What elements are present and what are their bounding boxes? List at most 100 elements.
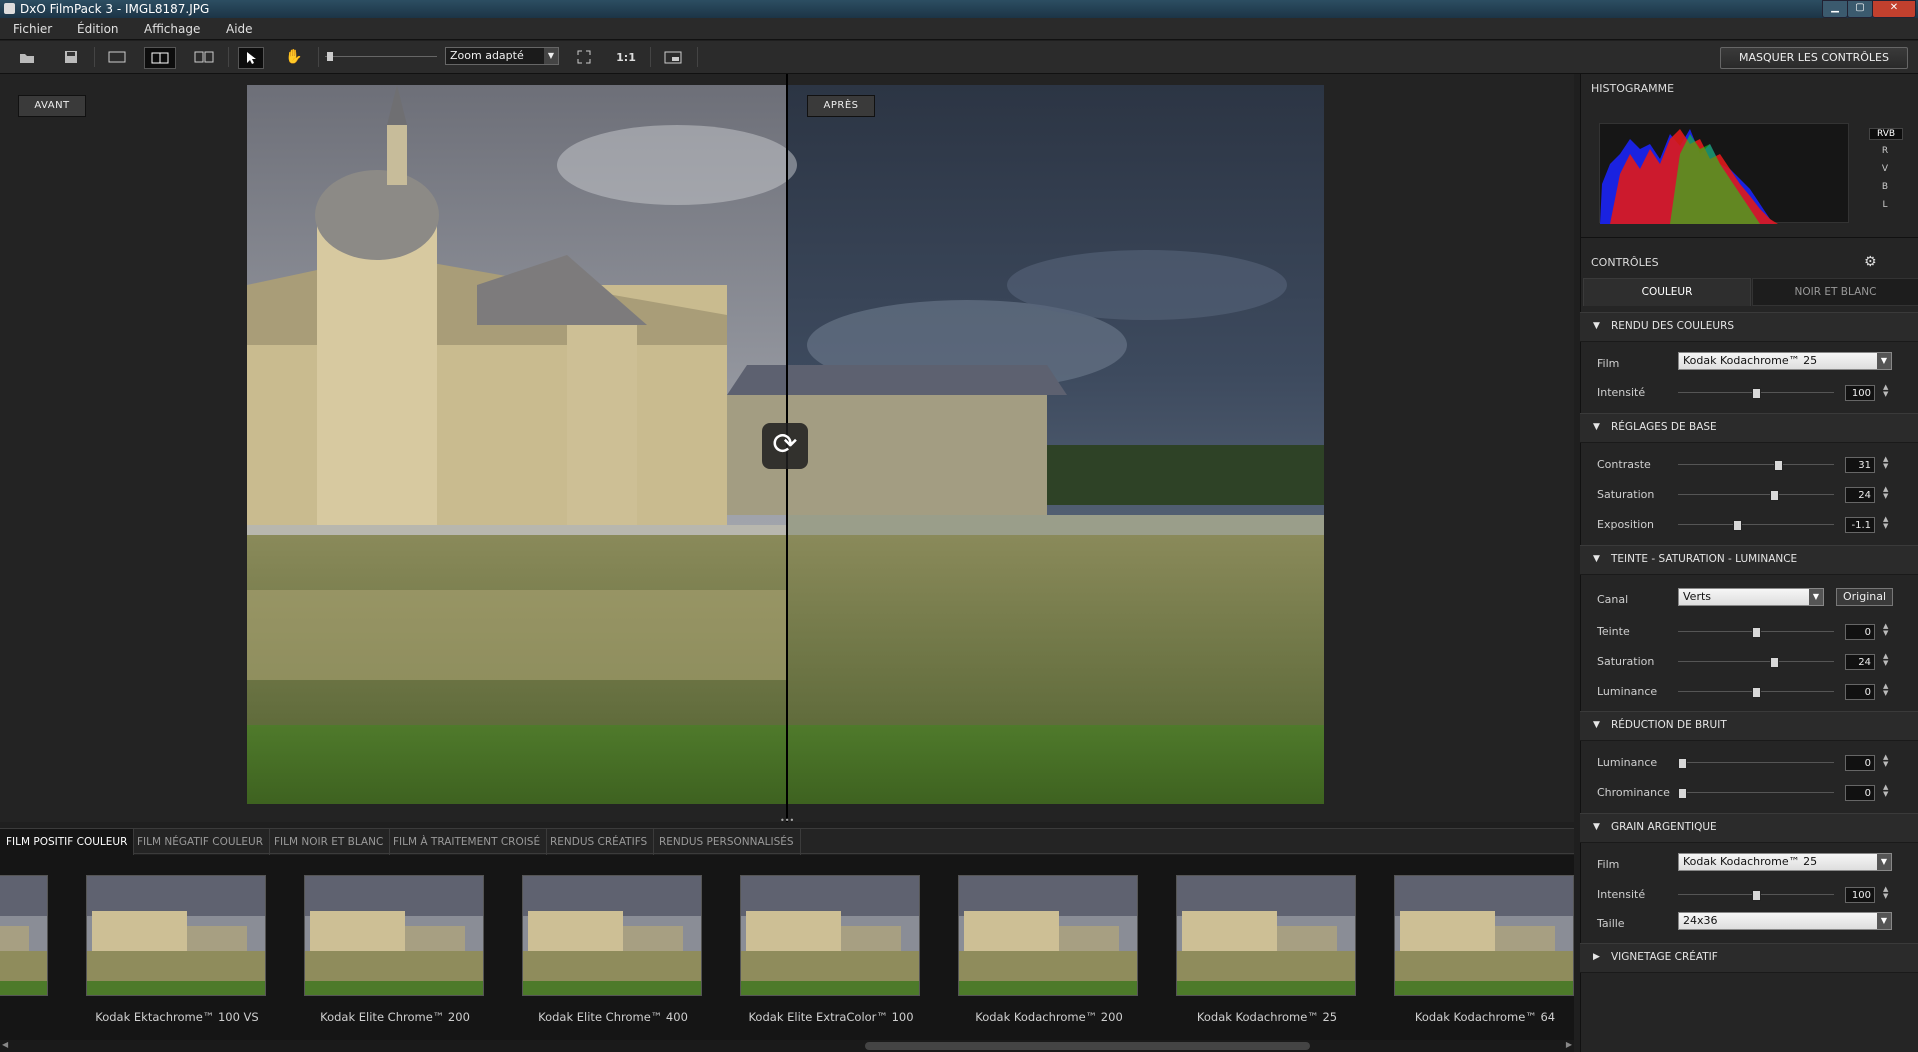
section-reglages-base[interactable]: ▼ RÉGLAGES DE BASE <box>1580 413 1918 443</box>
slider-handle[interactable] <box>1732 520 1742 531</box>
save-icon[interactable] <box>59 47 83 67</box>
slider-handle[interactable] <box>1774 460 1784 471</box>
contraste-slider[interactable] <box>1678 460 1834 471</box>
intensite-slider[interactable] <box>1678 388 1834 399</box>
hide-controls-button[interactable]: MASQUER LES CONTRÔLES <box>1720 47 1908 69</box>
grain-intensite-slider[interactable] <box>1678 890 1834 901</box>
teinte-value[interactable]: 0 <box>1845 624 1875 640</box>
bruit-luminance-value[interactable]: 0 <box>1845 755 1875 771</box>
one-to-one-button[interactable]: 1:1 <box>614 47 638 67</box>
slider-handle[interactable] <box>1769 490 1779 501</box>
section-grain-argentique[interactable]: ▼ GRAIN ARGENTIQUE <box>1580 813 1918 843</box>
spinner-icon[interactable]: ▲ ▼ <box>1883 516 1891 530</box>
histogram-channel-l[interactable]: L <box>1869 200 1901 210</box>
scroll-left-icon[interactable]: ◀ <box>2 1040 8 1049</box>
tsl-saturation-slider[interactable] <box>1678 657 1834 668</box>
spinner-icon[interactable]: ▲ ▼ <box>1883 456 1891 470</box>
tab-film-traitement-croise[interactable]: FILM À TRAITEMENT CROISÉ <box>387 829 548 855</box>
tsl-luminance-value[interactable]: 0 <box>1845 684 1875 700</box>
grain-intensite-value[interactable]: 100 <box>1845 887 1875 903</box>
section-vignetage-creatif[interactable]: ▶ VIGNETAGE CRÉATIF <box>1580 943 1918 973</box>
histogram-channel-v[interactable]: V <box>1869 164 1901 174</box>
filmstrip-scrollbar[interactable]: ◀ ▶ <box>0 1040 1574 1052</box>
menu-edition[interactable]: Édition <box>77 22 119 36</box>
resize-grip-icon[interactable]: ••• <box>780 817 794 825</box>
section-teinte-saturation-luminance[interactable]: ▼ TEINTE - SATURATION - LUMINANCE <box>1580 545 1918 575</box>
swap-icon[interactable]: ⟳ <box>762 423 808 469</box>
exposition-value[interactable]: -1.1 <box>1845 517 1875 533</box>
spinner-icon[interactable]: ▲ ▼ <box>1883 653 1891 667</box>
select-tool-icon[interactable] <box>238 47 264 69</box>
film-thumbnail[interactable] <box>522 875 702 996</box>
spinner-icon[interactable]: ▲ ▼ <box>1883 623 1891 637</box>
slider-handle[interactable] <box>1678 758 1687 769</box>
bruit-luminance-slider[interactable] <box>1678 758 1834 769</box>
scrollbar-thumb[interactable] <box>865 1042 1310 1050</box>
chrominance-slider[interactable] <box>1678 788 1834 799</box>
saturation-value[interactable]: 24 <box>1845 487 1875 503</box>
tsl-saturation-value[interactable]: 24 <box>1845 654 1875 670</box>
hand-tool-icon[interactable]: ✋ <box>282 47 306 67</box>
spinner-icon[interactable]: ▲ ▼ <box>1883 784 1891 798</box>
fullscreen-icon[interactable] <box>661 47 685 67</box>
contraste-value[interactable]: 31 <box>1845 457 1875 473</box>
spinner-icon[interactable]: ▲ ▼ <box>1883 486 1891 500</box>
teinte-slider[interactable] <box>1678 627 1834 638</box>
scroll-right-icon[interactable]: ▶ <box>1566 1040 1572 1049</box>
tab-film-noir-et-blanc[interactable]: FILM NOIR ET BLANC <box>268 829 391 855</box>
tab-noir-et-blanc[interactable]: NOIR ET BLANC <box>1752 278 1918 306</box>
maximize-button[interactable]: ▢ <box>1847 0 1873 18</box>
spinner-icon[interactable]: ▲ ▼ <box>1883 754 1891 768</box>
slider-handle[interactable] <box>1752 627 1761 638</box>
split-view-icon[interactable] <box>144 47 176 69</box>
grain-film-select[interactable]: Kodak Kodachrome™ 25 ▼ <box>1678 853 1892 871</box>
tsl-luminance-slider[interactable] <box>1678 687 1834 698</box>
open-icon[interactable] <box>15 47 39 67</box>
zoom-slider-handle[interactable] <box>327 52 333 61</box>
saturation-slider[interactable] <box>1678 490 1834 501</box>
side-by-side-icon[interactable] <box>192 47 216 67</box>
film-thumbnail[interactable] <box>740 875 920 996</box>
intensite-value[interactable]: 100 <box>1845 385 1875 401</box>
zoom-slider[interactable] <box>325 56 437 57</box>
original-button[interactable]: Original <box>1836 588 1893 606</box>
film-thumbnail[interactable] <box>958 875 1138 996</box>
minimize-button[interactable]: ▁ <box>1822 0 1848 18</box>
fit-screen-icon[interactable] <box>572 47 596 67</box>
histogram-channel-rvb[interactable]: RVB <box>1869 128 1903 140</box>
chrominance-value[interactable]: 0 <box>1845 785 1875 801</box>
tab-film-negatif-couleur[interactable]: FILM NÉGATIF COULEUR <box>131 829 271 855</box>
tab-film-positif-couleur[interactable]: FILM POSITIF COULEUR <box>0 829 135 855</box>
menu-aide[interactable]: Aide <box>226 22 253 36</box>
tab-rendus-creatifs[interactable]: RENDUS CRÉATIFS <box>544 829 655 855</box>
spinner-icon[interactable]: ▲ ▼ <box>1883 384 1891 398</box>
exposition-slider[interactable] <box>1678 520 1834 531</box>
histogram-channel-b[interactable]: B <box>1869 182 1901 192</box>
slider-handle[interactable] <box>1752 687 1761 698</box>
section-reduction-bruit[interactable]: ▼ RÉDUCTION DE BRUIT <box>1580 711 1918 741</box>
single-view-icon[interactable] <box>105 47 129 67</box>
slider-handle[interactable] <box>1752 388 1761 399</box>
menu-affichage[interactable]: Affichage <box>144 22 200 36</box>
spinner-icon[interactable]: ▲ ▼ <box>1883 886 1891 900</box>
film-thumbnail[interactable] <box>86 875 266 996</box>
tab-couleur[interactable]: COULEUR <box>1583 278 1751 306</box>
section-rendu-couleurs[interactable]: ▼ RENDU DES COULEURS <box>1580 312 1918 342</box>
menu-fichier[interactable]: Fichier <box>13 22 52 36</box>
zoom-select[interactable]: Zoom adapté ▼ <box>445 47 559 65</box>
close-button[interactable]: ✕ <box>1872 0 1916 18</box>
taille-select[interactable]: 24x36 ▼ <box>1678 912 1892 930</box>
slider-handle[interactable] <box>1752 890 1761 901</box>
film-select[interactable]: Kodak Kodachrome™ 25 ▼ <box>1678 352 1892 370</box>
gear-icon[interactable]: ⚙ <box>1864 254 1877 270</box>
slider-handle[interactable] <box>1769 657 1779 668</box>
spinner-icon[interactable]: ▲ ▼ <box>1883 683 1891 697</box>
canal-select[interactable]: Verts ▼ <box>1678 588 1824 606</box>
histogram-channel-r[interactable]: R <box>1869 146 1901 156</box>
film-thumbnail[interactable] <box>304 875 484 996</box>
film-thumbnail[interactable] <box>1176 875 1356 996</box>
film-thumbnail[interactable] <box>0 875 48 996</box>
tab-rendus-personnalises[interactable]: RENDUS PERSONNALISÉS <box>653 829 801 855</box>
slider-handle[interactable] <box>1678 788 1687 799</box>
film-thumbnail[interactable] <box>1394 875 1574 996</box>
